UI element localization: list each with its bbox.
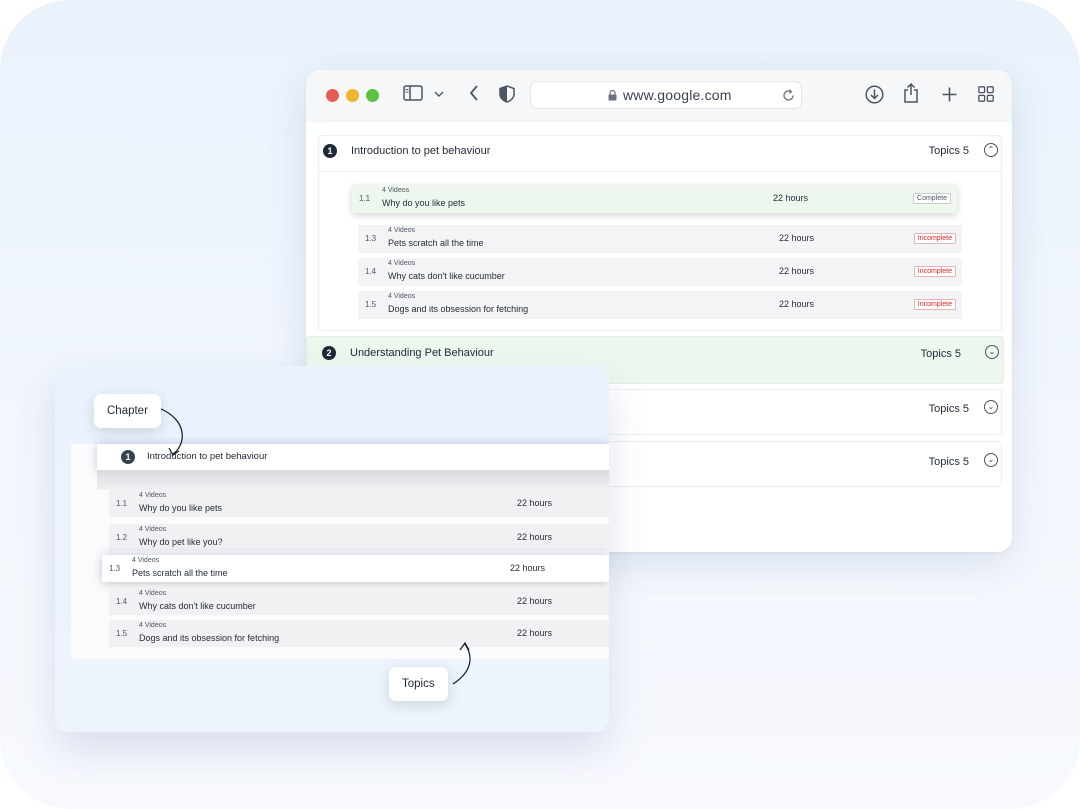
chapter-number: 2 (322, 346, 336, 360)
minimize-window-button[interactable] (346, 89, 359, 102)
address-bar[interactable]: www.google.com (530, 81, 802, 109)
topic-title: Dogs and its obsession for fetching (139, 633, 280, 643)
topic-video-count: 4 Videos (388, 260, 416, 267)
topic-duration: 22 hours (510, 563, 546, 573)
topic-title: Why do you like pets (139, 503, 223, 513)
topic-index: 1.4 (365, 267, 377, 276)
topic-row[interactable]: 1.3 4 Videos Pets scratch all the time 2… (358, 225, 962, 253)
status-badge: Incomplete (913, 233, 956, 244)
chevron-down-icon[interactable]: ⌄ (985, 345, 999, 359)
topic-title: Pets scratch all the time (132, 568, 228, 578)
close-window-button[interactable] (326, 89, 339, 102)
topic-duration: 22 hours (779, 233, 815, 243)
chapter-1: 1 Introduction to pet behaviour Topics 5… (318, 135, 1002, 331)
callout-chapter-row[interactable]: 1 Introduction to pet behaviour (97, 444, 609, 470)
chapter-callout-label: Chapter (94, 394, 161, 428)
divider (319, 171, 1001, 172)
status-badge: Incomplete (913, 266, 956, 277)
sidebar-icon[interactable] (402, 84, 424, 102)
browser-toolbar: www.google.com (306, 70, 1012, 122)
topic-index: 1.3 (109, 564, 121, 573)
download-icon[interactable] (864, 84, 884, 104)
topic-duration: 22 hours (517, 532, 553, 542)
status-badge: Incomplete (913, 299, 956, 310)
topic-video-count: 4 Videos (132, 557, 160, 564)
topic-row[interactable]: 1.2 4 Videos Why do pet like you? 22 hou… (109, 524, 609, 551)
topic-video-count: 4 Videos (139, 492, 167, 499)
topic-index: 1.5 (116, 629, 128, 638)
topic-row[interactable]: 1.1 4 Videos Why do you like pets 22 hou… (352, 185, 957, 213)
topic-video-count: 4 Videos (139, 526, 167, 533)
new-tab-icon[interactable] (940, 85, 958, 103)
topic-index: 1.1 (359, 194, 371, 203)
callout-card: 1 Introduction to pet behaviour 1.1 4 Vi… (55, 366, 609, 732)
shadow-band (97, 470, 609, 490)
privacy-shield-icon[interactable] (498, 84, 516, 104)
chapter-topics-count: Topics 5 (928, 403, 969, 415)
topic-video-count: 4 Videos (388, 227, 416, 234)
topic-row[interactable]: 1.4 4 Videos Why cats don't like cucumbe… (109, 588, 609, 615)
chapter-title[interactable]: Introduction to pet behaviour (351, 145, 490, 157)
chapter-title: Introduction to pet behaviour (147, 451, 268, 462)
topic-video-count: 4 Videos (382, 187, 410, 194)
topic-duration: 22 hours (517, 596, 553, 606)
callout-inner-panel: 1 Introduction to pet behaviour 1.1 4 Vi… (71, 444, 609, 659)
share-icon[interactable] (902, 82, 920, 104)
status-badge: Complete (913, 193, 951, 204)
reload-icon[interactable] (781, 87, 795, 103)
chapter-number: 1 (323, 144, 337, 158)
chapter-topics-count: Topics 5 (920, 348, 961, 360)
topic-index: 1.5 (365, 300, 377, 309)
topic-index: 1.1 (116, 499, 128, 508)
topic-index: 1.4 (116, 597, 128, 606)
lock-icon (607, 89, 617, 101)
topic-duration: 22 hours (779, 266, 815, 276)
topic-index: 1.3 (365, 234, 377, 243)
topic-index: 1.2 (116, 533, 128, 542)
chevron-down-icon[interactable]: ⌄ (984, 400, 998, 414)
topic-title: Why cats don't like cucumber (388, 271, 505, 281)
topic-duration: 22 hours (779, 299, 815, 309)
chapter-topics-count: Topics 5 (928, 456, 969, 468)
topic-video-count: 4 Videos (139, 622, 167, 629)
topics-callout-label: Topics (389, 667, 448, 701)
url-text: www.google.com (623, 87, 732, 103)
topic-row[interactable]: 1.5 4 Videos Dogs and its obsession for … (358, 291, 962, 319)
topic-title: Why cats don't like cucumber (139, 601, 256, 611)
chapter-topics-count: Topics 5 (928, 145, 969, 157)
topic-row[interactable]: 1.4 4 Videos Why cats don't like cucumbe… (358, 258, 962, 286)
chapter-number: 1 (121, 450, 135, 464)
tab-overview-icon[interactable] (977, 85, 995, 103)
chevron-up-icon[interactable]: ⌃ (984, 143, 998, 157)
maximize-window-button[interactable] (366, 89, 379, 102)
back-icon[interactable] (466, 83, 482, 103)
chevron-down-icon[interactable]: ⌄ (984, 453, 998, 467)
topic-duration: 22 hours (773, 193, 809, 203)
topic-row-highlighted[interactable]: 1.3 4 Videos Pets scratch all the time 2… (102, 555, 609, 582)
topic-title: Why do pet like you? (139, 537, 223, 547)
topic-title: Pets scratch all the time (388, 238, 484, 248)
topic-title: Dogs and its obsession for fetching (388, 304, 529, 314)
topic-title: Why do you like pets (382, 198, 466, 208)
topic-duration: 22 hours (517, 498, 553, 508)
topic-video-count: 4 Videos (388, 293, 416, 300)
topic-row[interactable]: 1.1 4 Videos Why do you like pets 22 hou… (109, 490, 609, 517)
topic-row[interactable]: 1.5 4 Videos Dogs and its obsession for … (109, 620, 609, 647)
chevron-down-icon[interactable] (432, 87, 446, 101)
chapter-title: Understanding Pet Behaviour (350, 347, 494, 359)
topic-duration: 22 hours (517, 628, 553, 638)
topic-video-count: 4 Videos (139, 590, 167, 597)
